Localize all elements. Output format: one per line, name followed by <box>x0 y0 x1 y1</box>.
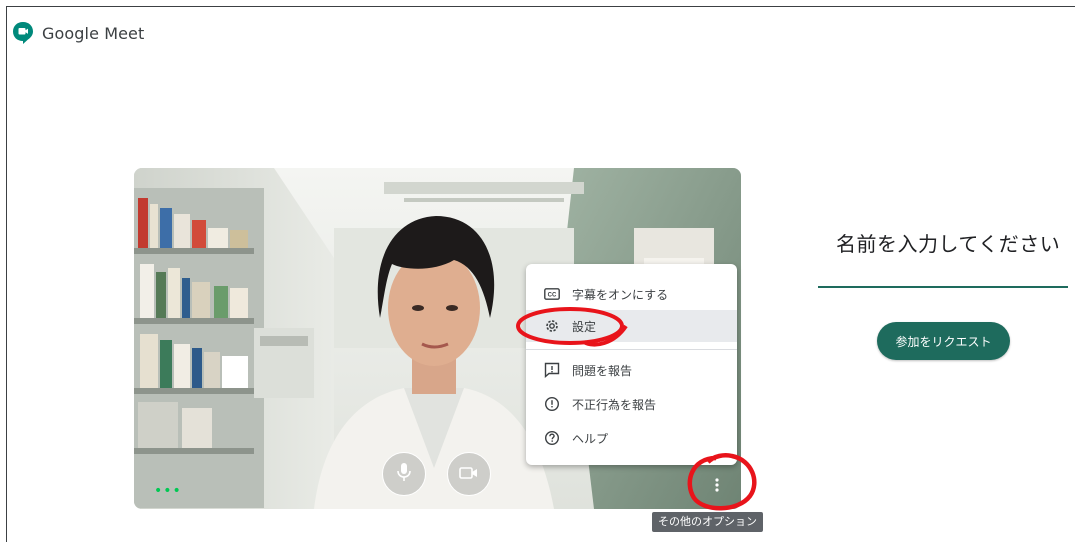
header: Google Meet <box>12 18 144 48</box>
microphone-icon <box>395 462 413 486</box>
menu-item-label: 問題を報告 <box>572 363 633 378</box>
name-prompt-label: 名前を入力してください <box>836 232 1061 256</box>
menu-item-report-abuse[interactable]: 不正行為を報告 <box>526 388 737 420</box>
menu-item-report-problem[interactable]: 問題を報告 <box>526 354 737 386</box>
menu-item-captions[interactable]: CC 字幕をオンにする <box>526 278 737 310</box>
more-options-button[interactable] <box>700 470 734 504</box>
menu-item-label: 不正行為を報告 <box>572 397 657 412</box>
closed-captions-icon: CC <box>544 286 560 302</box>
camera-toggle-button[interactable] <box>447 452 491 496</box>
help-icon <box>544 430 560 446</box>
svg-text:CC: CC <box>548 293 557 299</box>
feedback-icon <box>544 362 560 378</box>
menu-item-help[interactable]: ヘルプ <box>526 422 737 454</box>
menu-divider <box>526 349 737 350</box>
app-title: Google Meet <box>42 23 145 43</box>
request-join-button[interactable]: 参加をリクエスト <box>877 322 1010 360</box>
menu-item-label: 設定 <box>572 319 597 334</box>
report-icon <box>544 396 560 412</box>
menu-item-settings[interactable]: 設定 <box>526 310 737 342</box>
video-camera-icon <box>459 465 479 484</box>
menu-item-label: ヘルプ <box>572 431 609 446</box>
menu-item-label: 字幕をオンにする <box>572 287 669 302</box>
google-meet-logo-icon[interactable] <box>12 21 34 45</box>
name-input-underline[interactable] <box>818 286 1068 288</box>
microphone-toggle-button[interactable] <box>382 452 426 496</box>
more-options-tooltip: その他のオプション <box>652 512 763 532</box>
more-vert-icon <box>714 477 720 497</box>
gear-icon <box>544 318 560 334</box>
options-menu: CC 字幕をオンにする 設定 問題を報告 不正行為を報告 ヘルプ <box>526 264 737 465</box>
audio-indicator-dots: ••• <box>154 483 182 499</box>
